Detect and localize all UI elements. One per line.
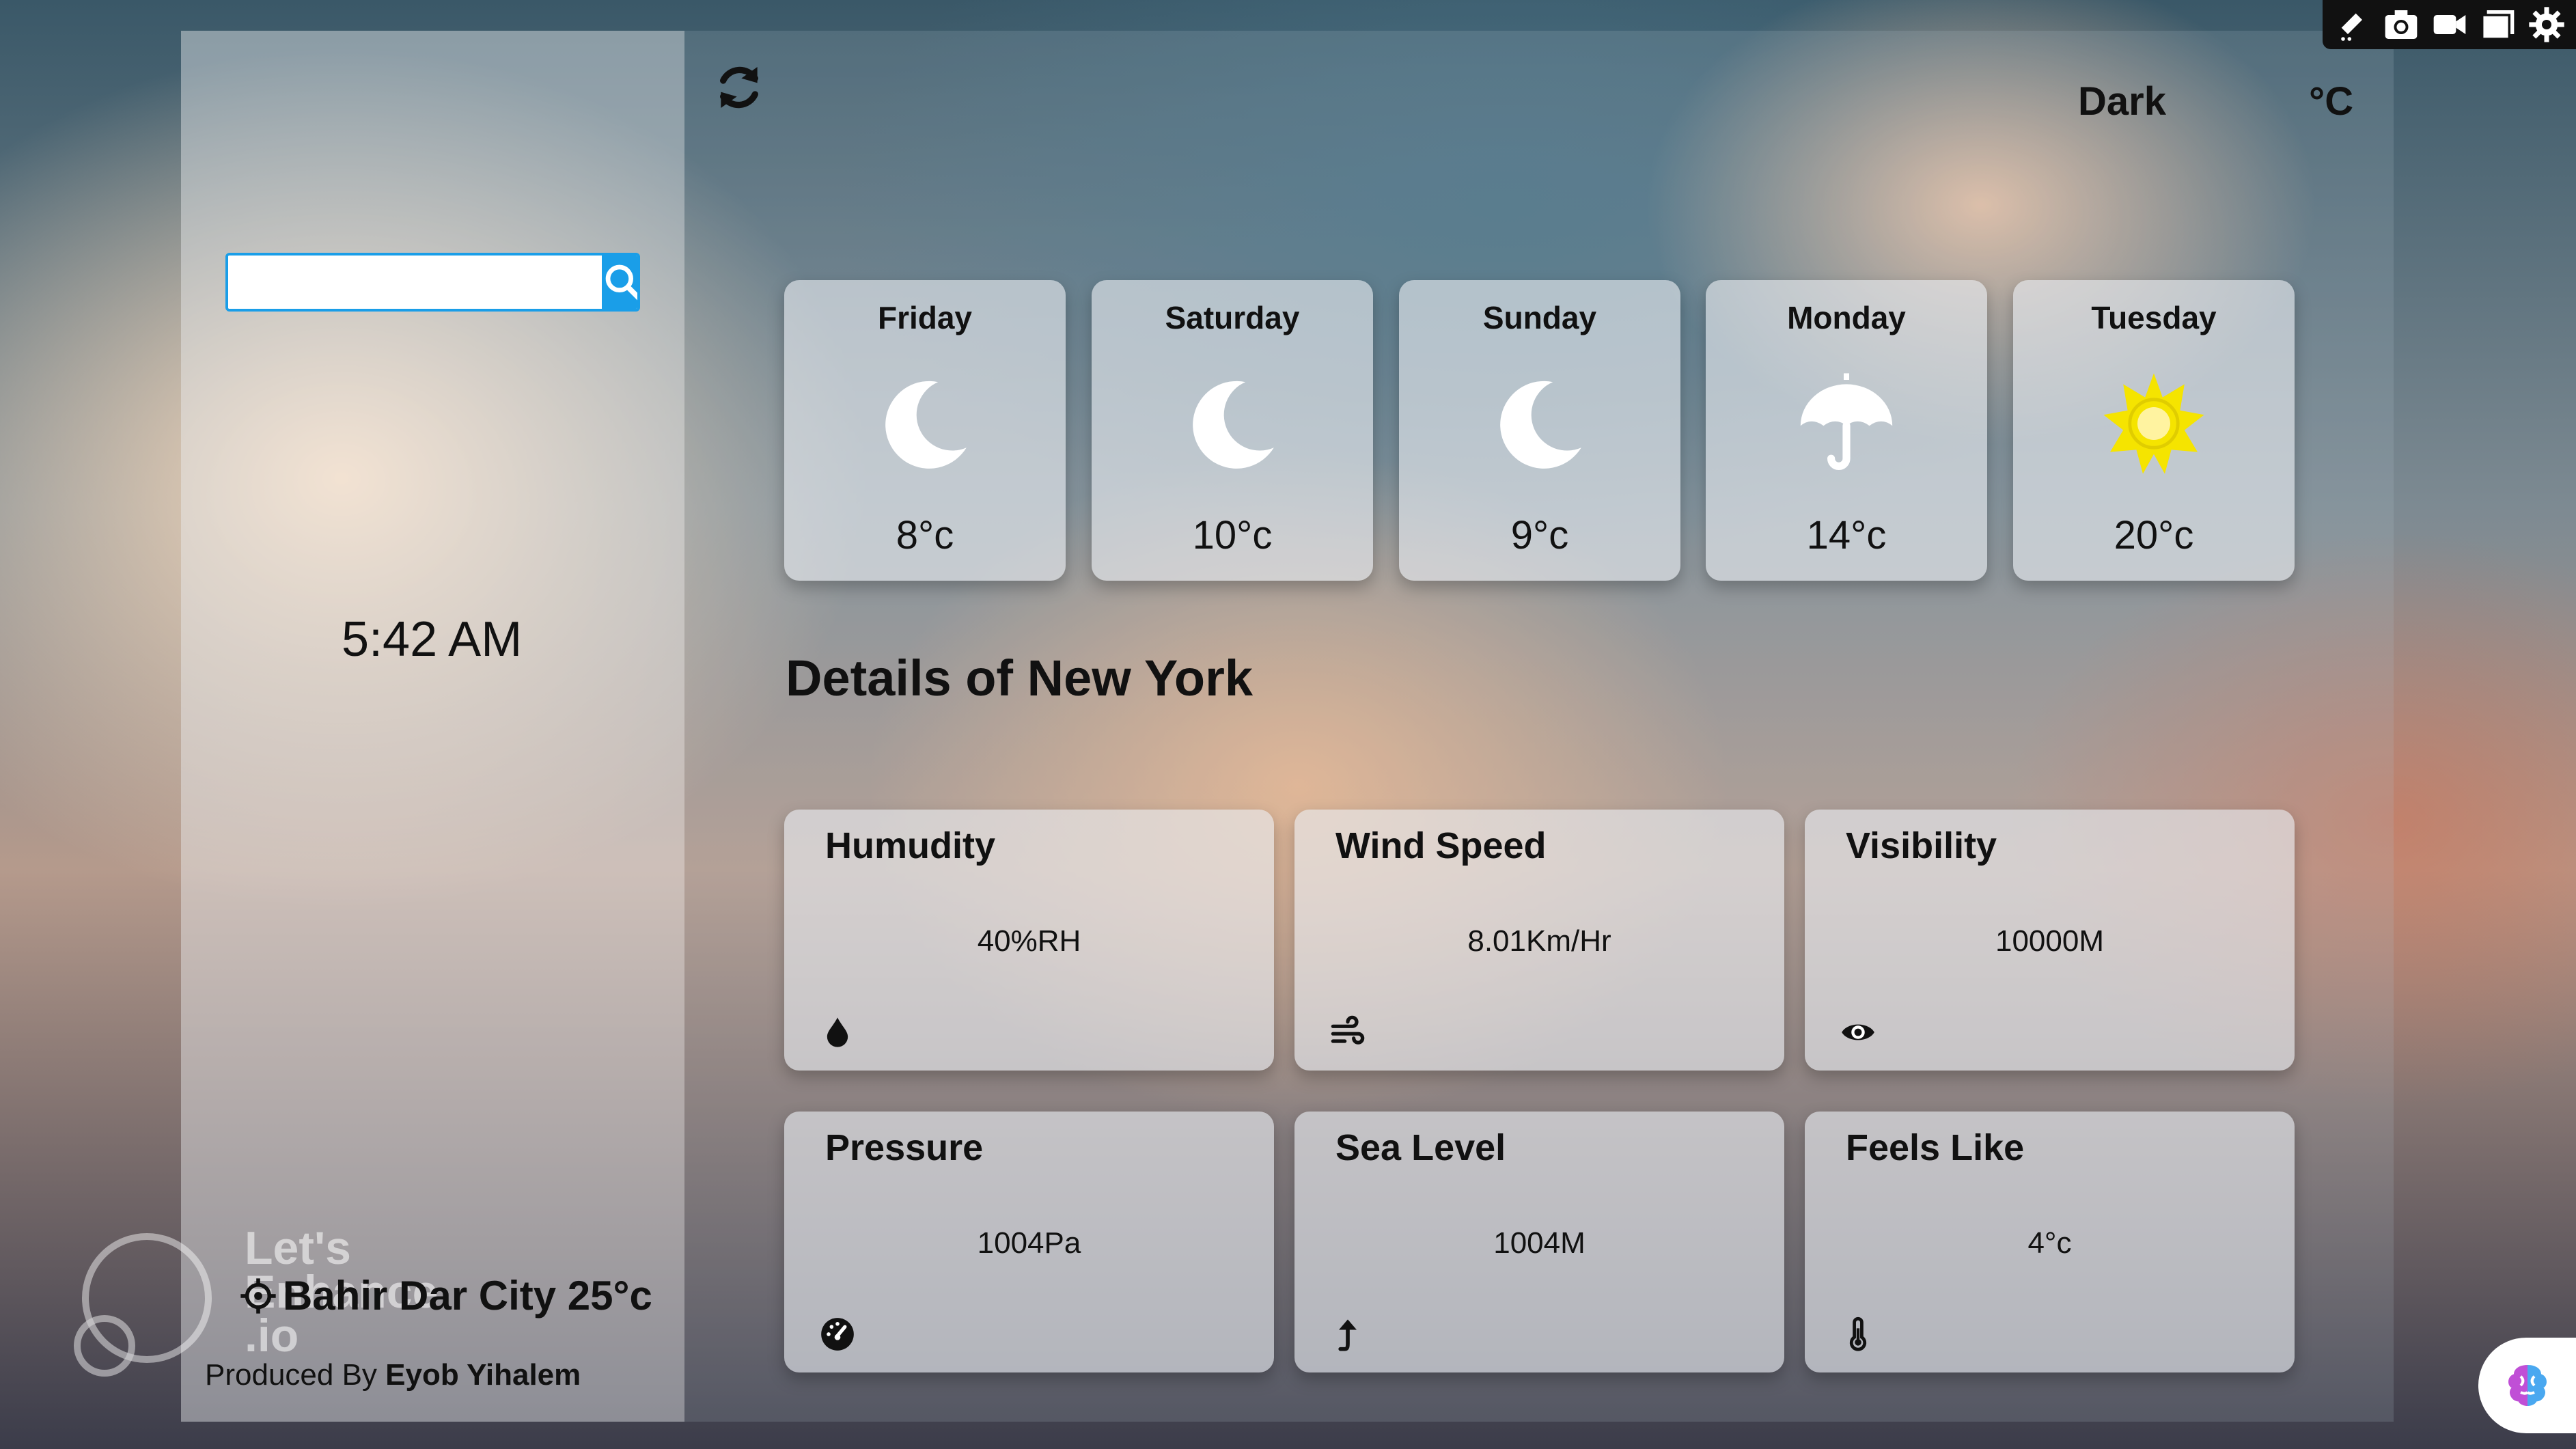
detail-label: Wind Speed: [1335, 825, 1547, 866]
detail-card-sea-level: Sea Level 1004M: [1294, 1112, 1784, 1372]
detail-card-feels-like: Feels Like 4°c: [1805, 1112, 2295, 1372]
details-title: Details of New York: [786, 650, 1254, 706]
search-input[interactable]: [228, 256, 602, 309]
moon-icon: [1500, 381, 1581, 469]
credit-prefix: Produced By: [205, 1358, 386, 1392]
detail-label: Feels Like: [1846, 1127, 2025, 1168]
search-icon: [605, 264, 637, 301]
detail-value: 40%RH: [977, 924, 1081, 958]
detail-card-visibility: Visibility 10000M: [1805, 810, 2295, 1071]
gauge-icon: [821, 1318, 854, 1351]
detail-value: 1004Pa: [977, 1226, 1081, 1260]
forecast-temp: 20°c: [2114, 513, 2194, 557]
screen-capture-toolbar: [2323, 0, 2576, 49]
search-box: [225, 253, 640, 312]
moon-icon: [1193, 381, 1274, 469]
theme-toggle[interactable]: Dark: [2078, 79, 2166, 124]
sun-icon: [2103, 373, 2204, 474]
refresh-icon[interactable]: [712, 60, 766, 115]
detail-value: 4°c: [2027, 1226, 2072, 1260]
location-target-icon: [240, 1278, 276, 1314]
location-text: Bahir Dar City 25°c: [283, 1273, 652, 1319]
detail-label: Sea Level: [1335, 1127, 1506, 1168]
credit-author: Eyob Yihalem: [385, 1358, 581, 1392]
forecast-day: Friday: [877, 300, 973, 335]
search-button[interactable]: [602, 256, 637, 309]
camera-icon[interactable]: [2382, 5, 2420, 44]
video-camera-icon[interactable]: [2430, 5, 2469, 44]
detail-label: Pressure: [825, 1127, 984, 1168]
current-location: Bahir Dar City 25°c: [239, 1272, 652, 1319]
forecast-temp: 14°c: [1806, 513, 1887, 557]
detail-value: 10000M: [1995, 924, 2104, 958]
forecast-day: Sunday: [1482, 300, 1597, 335]
wind-icon: [1331, 1015, 1365, 1045]
window-icon[interactable]: [2479, 5, 2517, 44]
gear-icon[interactable]: [2527, 5, 2566, 44]
credit-line: Produced By Eyob Yihalem: [205, 1358, 581, 1392]
detail-card-wind: Wind Speed 8.01Km/Hr: [1294, 810, 1784, 1071]
current-time: 5:42 AM: [342, 612, 523, 667]
forecast-card: Friday 8°c: [784, 280, 1066, 581]
forecast-card: Tuesday 20°c: [2013, 280, 2295, 581]
forecast-card: Sunday 9°c: [1399, 280, 1680, 581]
forecast-card: Monday 14°c: [1706, 280, 1987, 581]
detail-card-humidity: Humudity 40%RH: [784, 810, 1274, 1071]
forecast-card: Saturday 10°c: [1092, 280, 1373, 581]
unit-toggle[interactable]: °C: [2309, 79, 2353, 124]
droplet-icon: [827, 1017, 848, 1047]
eye-icon: [1842, 1024, 1874, 1040]
thermometer-icon: [1849, 1316, 1867, 1351]
forecast-day: Monday: [1787, 300, 1906, 335]
detail-value: 1004M: [1493, 1226, 1585, 1260]
detail-card-pressure: Pressure 1004Pa: [784, 1112, 1274, 1372]
forecast-temp: 9°c: [1510, 513, 1569, 557]
brain-icon: [2508, 1365, 2547, 1406]
watermark-line-1: Let's: [245, 1222, 351, 1274]
ai-assistant-button[interactable]: [2478, 1338, 2576, 1433]
annotation-icon[interactable]: [2333, 5, 2372, 44]
detail-label: Humudity: [825, 825, 995, 866]
forecast-day: Tuesday: [2091, 300, 2217, 335]
forecast-day: Saturday: [1165, 300, 1300, 335]
forecast-temp: 10°c: [1192, 513, 1273, 557]
detail-value: 8.01Km/Hr: [1467, 924, 1611, 958]
detail-label: Visibility: [1846, 825, 1997, 866]
watermark-line-3: .io: [245, 1310, 299, 1362]
arrow-up-icon: [1338, 1319, 1357, 1351]
forecast-temp: 8°c: [896, 513, 954, 557]
umbrella-icon: [1800, 373, 1893, 470]
sidebar-panel: [181, 31, 684, 1422]
moon-icon: [885, 381, 967, 469]
